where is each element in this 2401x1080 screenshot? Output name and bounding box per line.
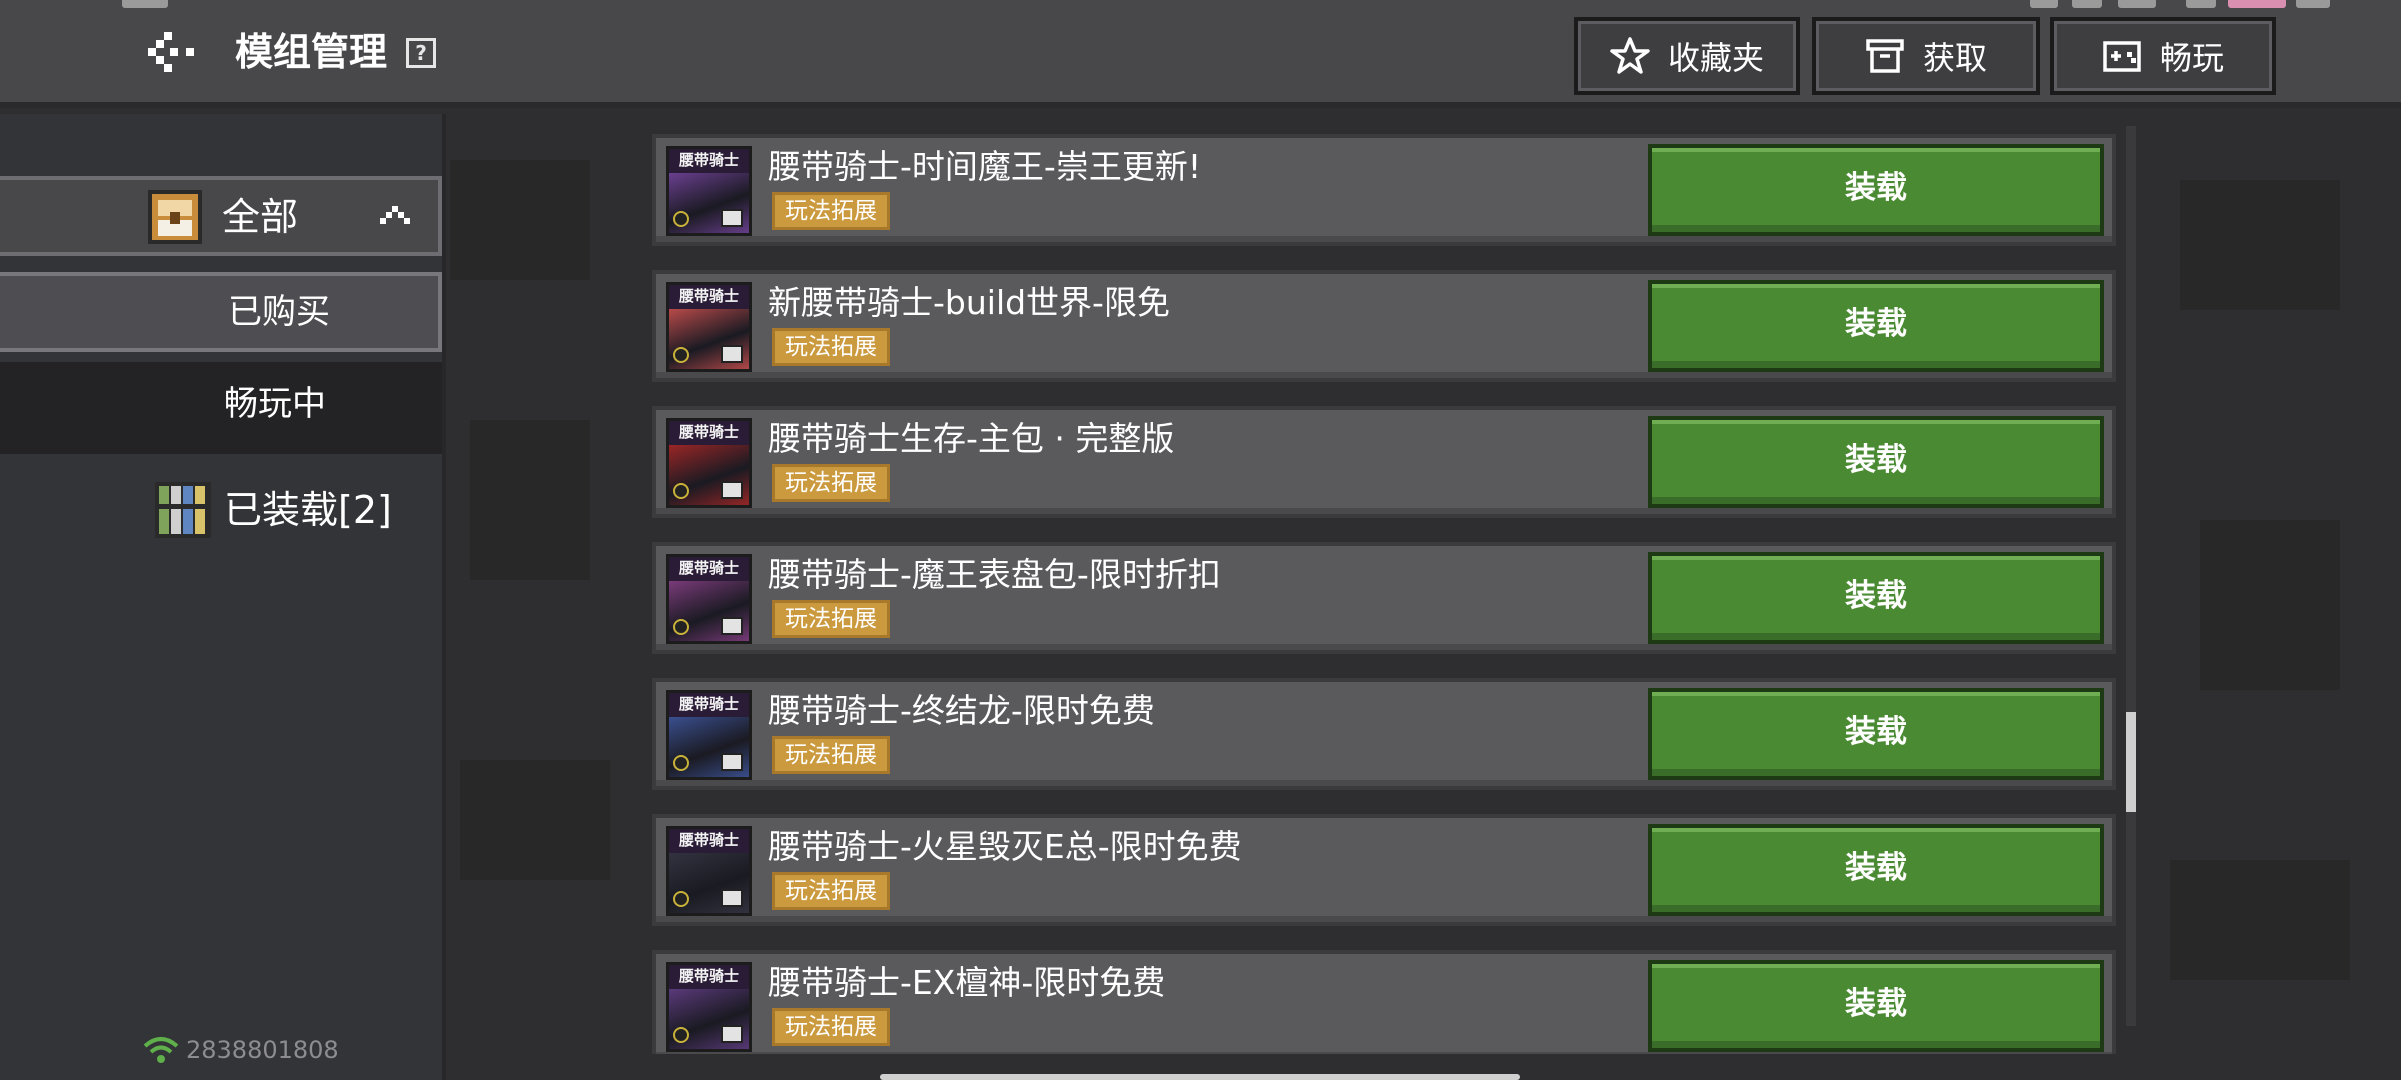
mod-thumbnail[interactable]: 腰带骑士 — [666, 146, 752, 236]
bookshelf-icon — [155, 482, 211, 538]
category-playing-label: 畅玩中 — [224, 384, 326, 424]
mod-title: 腰带骑士-时间魔王-崇王更新! — [768, 147, 1202, 186]
mod-thumbnail[interactable]: 腰带骑士 — [666, 962, 752, 1052]
verified-badge-icon — [673, 483, 689, 499]
install-button[interactable]: 装载 — [1648, 416, 2104, 508]
install-button[interactable]: 装载 — [1648, 824, 2104, 916]
get-button[interactable]: 获取 — [1812, 17, 2040, 95]
chest-icon — [148, 190, 202, 244]
mod-title: 腰带骑士生存-主包 · 完整版 — [768, 419, 1175, 458]
network-status: 2838801808 — [142, 1036, 339, 1064]
background-tile — [2170, 860, 2350, 980]
install-button[interactable]: 装载 — [1648, 280, 2104, 372]
help-icon[interactable]: ? — [406, 38, 436, 68]
install-button[interactable]: 装载 — [1648, 688, 2104, 780]
favorites-label: 收藏夹 — [1667, 39, 1764, 77]
block-icon — [721, 617, 743, 635]
mod-row: 腰带骑士 新腰带骑士-build世界-限免 玩法拓展 装载 — [652, 270, 2116, 382]
mod-thumbnail[interactable]: 腰带骑士 — [666, 418, 752, 508]
mod-thumbnail[interactable]: 腰带骑士 — [666, 554, 752, 644]
block-icon — [721, 345, 743, 363]
mod-thumbnail[interactable]: 腰带骑士 — [666, 826, 752, 916]
back-arrow-icon[interactable] — [148, 32, 198, 72]
play-button[interactable]: 畅玩 — [2050, 17, 2276, 95]
status-extra-fragment — [2296, 0, 2330, 8]
mod-row: 腰带骑士 腰带骑士-魔王表盘包-限时折扣 玩法拓展 装载 — [652, 542, 2116, 654]
mod-title: 新腰带骑士-build世界-限免 — [768, 283, 1170, 322]
scrollbar-thumb[interactable] — [2126, 712, 2136, 812]
mod-title: 腰带骑士-魔王表盘包-限时折扣 — [768, 555, 1221, 594]
category-all-label: 全部 — [222, 195, 299, 239]
mod-tag: 玩法拓展 — [772, 192, 890, 230]
install-button[interactable]: 装载 — [1648, 960, 2104, 1052]
sidebar: 全部 已购买 畅玩中 已装载[2] 2838801808 — [0, 114, 446, 1080]
status-wifi-fragment — [2186, 0, 2216, 8]
block-icon — [721, 889, 743, 907]
category-installed-label: 已装载[2] — [224, 488, 392, 532]
category-bought[interactable]: 已购买 — [0, 272, 442, 352]
verified-badge-icon — [673, 211, 689, 227]
scrollbar-track[interactable] — [2126, 126, 2136, 1026]
block-icon — [721, 1025, 743, 1043]
mod-title: 腰带骑士-火星毁灭E总-限时免费 — [768, 827, 1242, 866]
user-id: 2838801808 — [186, 1036, 339, 1064]
block-icon — [721, 753, 743, 771]
wifi-icon — [143, 1037, 179, 1063]
category-installed[interactable]: 已装载[2] — [0, 474, 442, 554]
background-tile — [2180, 180, 2340, 310]
mod-tag: 玩法拓展 — [772, 600, 890, 638]
mod-row: 腰带骑士 腰带骑士-EX檀神-限时免费 玩法拓展 装载 — [652, 950, 2116, 1054]
gamepad-icon — [2103, 41, 2141, 72]
chevron-up-icon — [380, 206, 410, 224]
background-tile — [450, 160, 590, 280]
block-icon — [721, 209, 743, 227]
background-tile — [460, 760, 610, 880]
mod-thumbnail[interactable]: 腰带骑士 — [666, 282, 752, 372]
status-battery-fragment — [2228, 0, 2286, 8]
mod-title: 腰带骑士-EX檀神-限时免费 — [768, 963, 1166, 1002]
mod-thumbnail[interactable]: 腰带骑士 — [666, 690, 752, 780]
mod-tag: 玩法拓展 — [772, 1008, 890, 1046]
block-icon — [721, 481, 743, 499]
mod-title: 腰带骑士-终结龙-限时免费 — [768, 691, 1155, 730]
mod-row: 腰带骑士 腰带骑士-时间魔王-崇王更新! 玩法拓展 装载 — [652, 134, 2116, 246]
category-bought-label: 已购买 — [228, 292, 330, 332]
install-button[interactable]: 装载 — [1648, 144, 2104, 236]
status-signal-fragment — [2118, 0, 2156, 8]
background-tile — [2200, 520, 2340, 690]
verified-badge-icon — [673, 619, 689, 635]
mod-tag: 玩法拓展 — [772, 872, 890, 910]
status-speed-fragment — [2030, 0, 2058, 8]
mod-tag: 玩法拓展 — [772, 328, 890, 366]
status-time-fragment — [122, 0, 168, 8]
verified-badge-icon — [673, 755, 689, 771]
star-icon — [1610, 37, 1650, 74]
mod-tag: 玩法拓展 — [772, 736, 890, 774]
box-icon — [1866, 39, 1904, 73]
mod-row: 腰带骑士 腰带骑士-火星毁灭E总-限时免费 玩法拓展 装载 — [652, 814, 2116, 926]
category-playing[interactable]: 畅玩中 — [0, 362, 442, 454]
mod-list: 腰带骑士 腰带骑士-时间魔王-崇王更新! 玩法拓展 装载 腰带骑士 新腰带骑士-… — [652, 134, 2116, 1054]
get-label: 获取 — [1922, 39, 1987, 77]
background-tile — [470, 420, 590, 580]
favorites-button[interactable]: 收藏夹 — [1574, 17, 1800, 95]
install-button[interactable]: 装载 — [1648, 552, 2104, 644]
page-title: 模组管理 — [235, 30, 388, 74]
play-label: 畅玩 — [2159, 39, 2224, 77]
gesture-handle[interactable] — [880, 1074, 1520, 1080]
status-bell-fragment — [2072, 0, 2102, 8]
top-bar: 模组管理 ? 收藏夹 获取 畅玩 — [0, 0, 2401, 108]
mod-row: 腰带骑士 腰带骑士-终结龙-限时免费 玩法拓展 装载 — [652, 678, 2116, 790]
mod-tag: 玩法拓展 — [772, 464, 890, 502]
verified-badge-icon — [673, 1027, 689, 1043]
mod-row: 腰带骑士 腰带骑士生存-主包 · 完整版 玩法拓展 装载 — [652, 406, 2116, 518]
verified-badge-icon — [673, 891, 689, 907]
category-all[interactable]: 全部 — [0, 176, 442, 256]
verified-badge-icon — [673, 347, 689, 363]
